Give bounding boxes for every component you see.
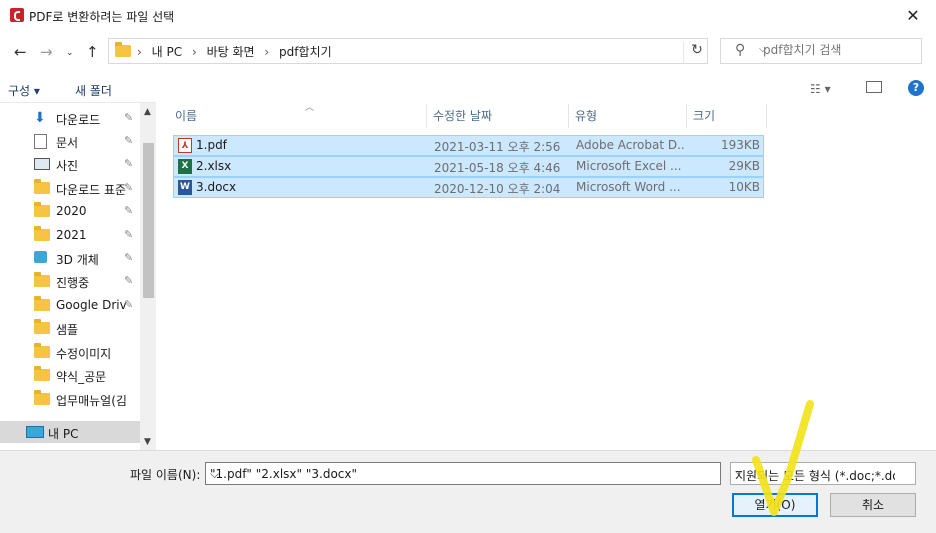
sidebar-item-folder[interactable]: Google Drive ✎ (0, 294, 140, 316)
sidebar-item-folder[interactable]: 샘플 (0, 317, 140, 339)
scroll-up-icon[interactable]: ▲ (144, 107, 151, 117)
folder-icon (34, 296, 50, 311)
scrollbar-thumb[interactable] (143, 143, 154, 298)
pin-icon: ✎ (124, 274, 134, 287)
folder-icon (115, 42, 131, 57)
pin-icon: ✎ (124, 157, 134, 170)
folder-icon (34, 366, 50, 381)
chevron-down-icon[interactable]: ⌵ (210, 467, 715, 482)
organize-menu[interactable]: 구성 ▾ (8, 82, 40, 99)
sidebar-item-folder[interactable]: 진행중 ✎ (0, 270, 140, 292)
filename-label: 파일 이름(N): (130, 468, 201, 482)
pin-icon: ✎ (124, 228, 134, 241)
column-header-modified[interactable]: 수정한 날짜 (427, 104, 569, 128)
up-arrow-icon[interactable]: ↑ (86, 43, 99, 61)
computer-icon (26, 426, 44, 438)
pdf-file-icon: ⅄ (178, 138, 192, 153)
download-arrow-icon: ⬇ (34, 110, 46, 126)
navigation-pane: ⬇ 다운로드 ✎ 문서 ✎ 사진 ✎ 다운로드 표준 ✎ 2020 ✎ 2021… (0, 102, 156, 451)
sidebar-item-3d-objects[interactable]: 3D 개체 ✎ (0, 247, 140, 269)
sidebar-item-documents[interactable]: 문서 ✎ (0, 130, 140, 152)
sort-caret-icon: ︿ (305, 103, 315, 113)
recent-locations-chevron-icon[interactable]: ⌄ (66, 48, 74, 58)
column-header-name[interactable]: 이름 ︿ (169, 103, 427, 128)
file-type-select[interactable]: 지원되는 모든 형식 (*.doc;*.do ⌵ (730, 462, 916, 485)
open-button[interactable]: 열기(O) (732, 493, 818, 517)
file-list: 이름 ︿ 수정한 날짜 유형 크기 ⅄ 1.pdf 2021-03-11 오후 … (157, 102, 936, 450)
document-icon (34, 134, 47, 149)
pin-icon: ✎ (124, 181, 134, 194)
file-row[interactable]: X 2.xlsx 2021-05-18 오후 4:46 Microsoft Ex… (173, 156, 764, 177)
folder-icon (34, 343, 50, 358)
forward-arrow-icon[interactable]: → (40, 43, 53, 61)
search-icon: ⚲ (735, 42, 746, 58)
folder-icon (34, 390, 50, 405)
word-file-icon: W (178, 180, 192, 195)
scroll-down-icon[interactable]: ▼ (144, 437, 151, 447)
view-options-icon[interactable]: ☷ ▾ (810, 82, 831, 96)
refresh-icon[interactable]: ↻ (683, 42, 710, 64)
3d-objects-icon (34, 251, 47, 263)
search-input[interactable] (761, 42, 915, 58)
app-logo-icon (10, 8, 24, 22)
folder-icon (34, 319, 50, 334)
dialog-footer: 파일 이름(N): "1.pdf" "2.xlsx" "3.docx" ⌵ 지원… (0, 450, 936, 533)
pin-icon: ✎ (124, 298, 134, 311)
breadcrumb-separator-icon: › (264, 45, 270, 59)
folder-icon (34, 179, 50, 194)
column-header-size[interactable]: 크기 (687, 104, 767, 128)
breadcrumb-item[interactable]: 바탕 화면 (207, 45, 255, 59)
close-button[interactable]: ✕ (890, 0, 936, 32)
excel-file-icon: X (178, 159, 192, 174)
breadcrumb-separator-icon: › (137, 45, 142, 59)
folder-icon (34, 202, 50, 217)
sidebar-item-folder[interactable]: 수정이미지 (0, 341, 140, 363)
sidebar-item-folder[interactable]: 업무매뉴얼(김지 (0, 388, 140, 410)
preview-pane-icon[interactable] (866, 81, 882, 93)
pin-icon: ✎ (124, 111, 134, 124)
breadcrumb: › 내 PC › 바탕 화면 › pdf합치기 (137, 43, 338, 60)
breadcrumb-item[interactable]: 내 PC (152, 45, 182, 59)
help-icon[interactable]: ? (908, 80, 924, 96)
file-row[interactable]: ⅄ 1.pdf 2021-03-11 오후 2:56 Adobe Acrobat… (173, 135, 764, 156)
cancel-button[interactable]: 취소 (830, 493, 916, 517)
sidebar-item-folder[interactable]: 2021 ✎ (0, 224, 140, 246)
breadcrumb-separator-icon: › (191, 45, 197, 59)
pin-icon: ✎ (124, 204, 134, 217)
new-folder-button[interactable]: 새 폴더 (75, 82, 112, 99)
folder-icon (34, 226, 50, 241)
pin-icon: ✎ (124, 251, 134, 264)
pin-icon: ✎ (124, 134, 134, 147)
back-arrow-icon[interactable]: ← (14, 43, 27, 61)
sidebar-item-folder[interactable]: 2020 ✎ (0, 200, 140, 222)
title-bar: PDF로 변환하려는 파일 선택 ✕ (0, 0, 936, 32)
column-header-type[interactable]: 유형 (569, 104, 687, 128)
chevron-down-icon[interactable]: ⌵ (735, 467, 895, 478)
sidebar-item-folder[interactable]: 다운로드 표준 ✎ (0, 177, 140, 199)
breadcrumb-item[interactable]: pdf합치기 (279, 45, 332, 59)
file-row[interactable]: W 3.docx 2020-12-10 오후 2:04 Microsoft Wo… (173, 177, 764, 198)
dialog-title: PDF로 변환하려는 파일 선택 (29, 10, 175, 24)
filename-input[interactable]: "1.pdf" "2.xlsx" "3.docx" ⌵ (205, 462, 721, 485)
folder-icon (34, 272, 50, 287)
sidebar-item-downloads[interactable]: ⬇ 다운로드 ✎ (0, 107, 140, 129)
pictures-icon (34, 158, 50, 170)
sidebar-item-pictures[interactable]: 사진 ✎ (0, 153, 140, 175)
file-open-dialog: PDF로 변환하려는 파일 선택 ✕ ← → ⌄ ↑ › 내 PC › 바탕 화… (0, 0, 936, 533)
search-box[interactable]: ⚲ (720, 38, 922, 64)
sidebar-item-folder[interactable]: 약식_공문 (0, 364, 140, 386)
address-bar[interactable]: › 내 PC › 바탕 화면 › pdf합치기 ⌵ (108, 38, 767, 64)
command-bar: 구성 ▾ 새 폴더 ☷ ▾ ? (0, 76, 936, 102)
sidebar-item-this-pc[interactable]: 내 PC (0, 421, 140, 443)
